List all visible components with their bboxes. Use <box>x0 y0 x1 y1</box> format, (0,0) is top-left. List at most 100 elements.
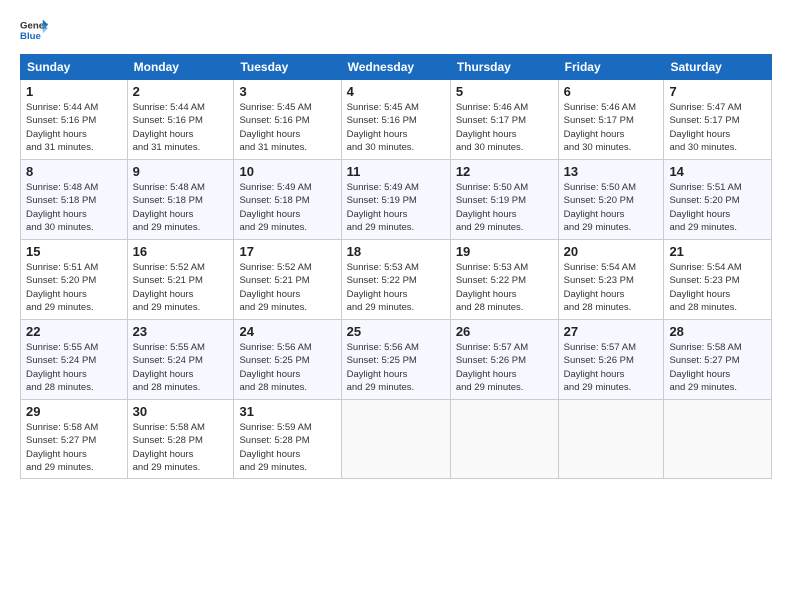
logo: General Blue <box>20 16 48 44</box>
calendar-day-cell: 23 Sunrise: 5:55 AMSunset: 5:24 PMDayligh… <box>127 320 234 400</box>
day-info: Sunrise: 5:50 AMSunset: 5:19 PMDaylight … <box>456 181 553 234</box>
calendar-day-cell: 14 Sunrise: 5:51 AMSunset: 5:20 PMDayligh… <box>664 160 772 240</box>
day-number: 7 <box>669 84 766 99</box>
day-info: Sunrise: 5:49 AMSunset: 5:18 PMDaylight … <box>239 181 335 234</box>
day-number: 8 <box>26 164 122 179</box>
calendar-day-cell: 31 Sunrise: 5:59 AMSunset: 5:28 PMDayligh… <box>234 400 341 479</box>
day-info: Sunrise: 5:59 AMSunset: 5:28 PMDaylight … <box>239 421 335 474</box>
day-number: 10 <box>239 164 335 179</box>
day-info: Sunrise: 5:48 AMSunset: 5:18 PMDaylight … <box>133 181 229 234</box>
svg-text:Blue: Blue <box>20 31 41 42</box>
day-number: 17 <box>239 244 335 259</box>
day-number: 4 <box>347 84 445 99</box>
day-info: Sunrise: 5:52 AMSunset: 5:21 PMDaylight … <box>133 261 229 314</box>
calendar-week-row: 29 Sunrise: 5:58 AMSunset: 5:27 PMDayligh… <box>21 400 772 479</box>
day-info: Sunrise: 5:46 AMSunset: 5:17 PMDaylight … <box>456 101 553 154</box>
calendar-day-cell: 30 Sunrise: 5:58 AMSunset: 5:28 PMDayligh… <box>127 400 234 479</box>
calendar-day-cell: 17 Sunrise: 5:52 AMSunset: 5:21 PMDayligh… <box>234 240 341 320</box>
day-info: Sunrise: 5:58 AMSunset: 5:27 PMDaylight … <box>26 421 122 474</box>
day-number: 31 <box>239 404 335 419</box>
col-wednesday: Wednesday <box>341 55 450 80</box>
day-info: Sunrise: 5:51 AMSunset: 5:20 PMDaylight … <box>26 261 122 314</box>
calendar-day-cell: 4 Sunrise: 5:45 AMSunset: 5:16 PMDaylight… <box>341 80 450 160</box>
general-blue-logo-icon: General Blue <box>20 16 48 44</box>
day-info: Sunrise: 5:48 AMSunset: 5:18 PMDaylight … <box>26 181 122 234</box>
calendar-day-cell: 12 Sunrise: 5:50 AMSunset: 5:19 PMDayligh… <box>450 160 558 240</box>
day-number: 12 <box>456 164 553 179</box>
calendar-day-cell: 1 Sunrise: 5:44 AMSunset: 5:16 PMDaylight… <box>21 80 128 160</box>
calendar-day-cell: 3 Sunrise: 5:45 AMSunset: 5:16 PMDaylight… <box>234 80 341 160</box>
day-number: 25 <box>347 324 445 339</box>
day-info: Sunrise: 5:55 AMSunset: 5:24 PMDaylight … <box>26 341 122 394</box>
day-info: Sunrise: 5:45 AMSunset: 5:16 PMDaylight … <box>347 101 445 154</box>
calendar-day-cell <box>664 400 772 479</box>
day-number: 28 <box>669 324 766 339</box>
day-info: Sunrise: 5:52 AMSunset: 5:21 PMDaylight … <box>239 261 335 314</box>
col-friday: Friday <box>558 55 664 80</box>
calendar-day-cell: 21 Sunrise: 5:54 AMSunset: 5:23 PMDayligh… <box>664 240 772 320</box>
calendar-day-cell: 28 Sunrise: 5:58 AMSunset: 5:27 PMDayligh… <box>664 320 772 400</box>
calendar-day-cell: 26 Sunrise: 5:57 AMSunset: 5:26 PMDayligh… <box>450 320 558 400</box>
calendar-header-row: Sunday Monday Tuesday Wednesday Thursday… <box>21 55 772 80</box>
calendar-table: Sunday Monday Tuesday Wednesday Thursday… <box>20 54 772 479</box>
col-sunday: Sunday <box>21 55 128 80</box>
day-info: Sunrise: 5:47 AMSunset: 5:17 PMDaylight … <box>669 101 766 154</box>
day-number: 27 <box>564 324 659 339</box>
day-number: 13 <box>564 164 659 179</box>
day-number: 15 <box>26 244 122 259</box>
calendar-day-cell: 2Sunrise: 5:44 AMSunset: 5:16 PMDaylight… <box>127 80 234 160</box>
page: General Blue Sunday Monday Tuesday Wedne… <box>0 0 792 495</box>
calendar-day-cell <box>558 400 664 479</box>
calendar-day-cell: 11 Sunrise: 5:49 AMSunset: 5:19 PMDayligh… <box>341 160 450 240</box>
calendar-day-cell: 22 Sunrise: 5:55 AMSunset: 5:24 PMDayligh… <box>21 320 128 400</box>
day-number: 9 <box>133 164 229 179</box>
day-info: Sunrise: 5:55 AMSunset: 5:24 PMDaylight … <box>133 341 229 394</box>
day-number: 18 <box>347 244 445 259</box>
day-info: Sunrise: 5:54 AMSunset: 5:23 PMDaylight … <box>669 261 766 314</box>
day-info: Sunrise: 5:58 AMSunset: 5:27 PMDaylight … <box>669 341 766 394</box>
day-number: 21 <box>669 244 766 259</box>
day-number: 24 <box>239 324 335 339</box>
calendar-day-cell <box>341 400 450 479</box>
day-number: 2 <box>133 84 229 99</box>
calendar-day-cell <box>450 400 558 479</box>
day-info: Sunrise: 5:57 AMSunset: 5:26 PMDaylight … <box>456 341 553 394</box>
calendar-day-cell: 29 Sunrise: 5:58 AMSunset: 5:27 PMDayligh… <box>21 400 128 479</box>
header: General Blue <box>20 16 772 44</box>
day-info: Sunrise: 5:56 AMSunset: 5:25 PMDaylight … <box>239 341 335 394</box>
day-number: 22 <box>26 324 122 339</box>
calendar-day-cell: 24 Sunrise: 5:56 AMSunset: 5:25 PMDayligh… <box>234 320 341 400</box>
day-info: Sunrise: 5:51 AMSunset: 5:20 PMDaylight … <box>669 181 766 234</box>
calendar-day-cell: 8 Sunrise: 5:48 AMSunset: 5:18 PMDaylight… <box>21 160 128 240</box>
day-number: 1 <box>26 84 122 99</box>
day-number: 16 <box>133 244 229 259</box>
day-info: Sunrise: 5:49 AMSunset: 5:19 PMDaylight … <box>347 181 445 234</box>
day-number: 14 <box>669 164 766 179</box>
day-number: 29 <box>26 404 122 419</box>
calendar-day-cell: 13Sunrise: 5:50 AMSunset: 5:20 PMDayligh… <box>558 160 664 240</box>
calendar-week-row: 15 Sunrise: 5:51 AMSunset: 5:20 PMDayligh… <box>21 240 772 320</box>
col-monday: Monday <box>127 55 234 80</box>
day-info: Sunrise: 5:45 AMSunset: 5:16 PMDaylight … <box>239 101 335 154</box>
day-number: 26 <box>456 324 553 339</box>
calendar-week-row: 1 Sunrise: 5:44 AMSunset: 5:16 PMDaylight… <box>21 80 772 160</box>
day-number: 11 <box>347 164 445 179</box>
day-info: Sunrise: 5:44 AMSunset: 5:16 PMDaylight … <box>26 101 122 154</box>
day-number: 30 <box>133 404 229 419</box>
day-info: Sunrise: 5:58 AMSunset: 5:28 PMDaylight … <box>133 421 229 474</box>
col-saturday: Saturday <box>664 55 772 80</box>
day-number: 6 <box>564 84 659 99</box>
calendar-week-row: 22 Sunrise: 5:55 AMSunset: 5:24 PMDayligh… <box>21 320 772 400</box>
day-number: 20 <box>564 244 659 259</box>
day-number: 3 <box>239 84 335 99</box>
calendar-day-cell: 27Sunrise: 5:57 AMSunset: 5:26 PMDayligh… <box>558 320 664 400</box>
calendar-day-cell: 10 Sunrise: 5:49 AMSunset: 5:18 PMDayligh… <box>234 160 341 240</box>
calendar-day-cell: 19Sunrise: 5:53 AMSunset: 5:22 PMDayligh… <box>450 240 558 320</box>
day-info: Sunrise: 5:46 AMSunset: 5:17 PMDaylight … <box>564 101 659 154</box>
day-info: Sunrise: 5:53 AMSunset: 5:22 PMDaylight … <box>347 261 445 314</box>
calendar-day-cell: 16 Sunrise: 5:52 AMSunset: 5:21 PMDayligh… <box>127 240 234 320</box>
day-number: 23 <box>133 324 229 339</box>
col-thursday: Thursday <box>450 55 558 80</box>
calendar-day-cell: 9 Sunrise: 5:48 AMSunset: 5:18 PMDaylight… <box>127 160 234 240</box>
day-info: Sunrise: 5:56 AMSunset: 5:25 PMDaylight … <box>347 341 445 394</box>
